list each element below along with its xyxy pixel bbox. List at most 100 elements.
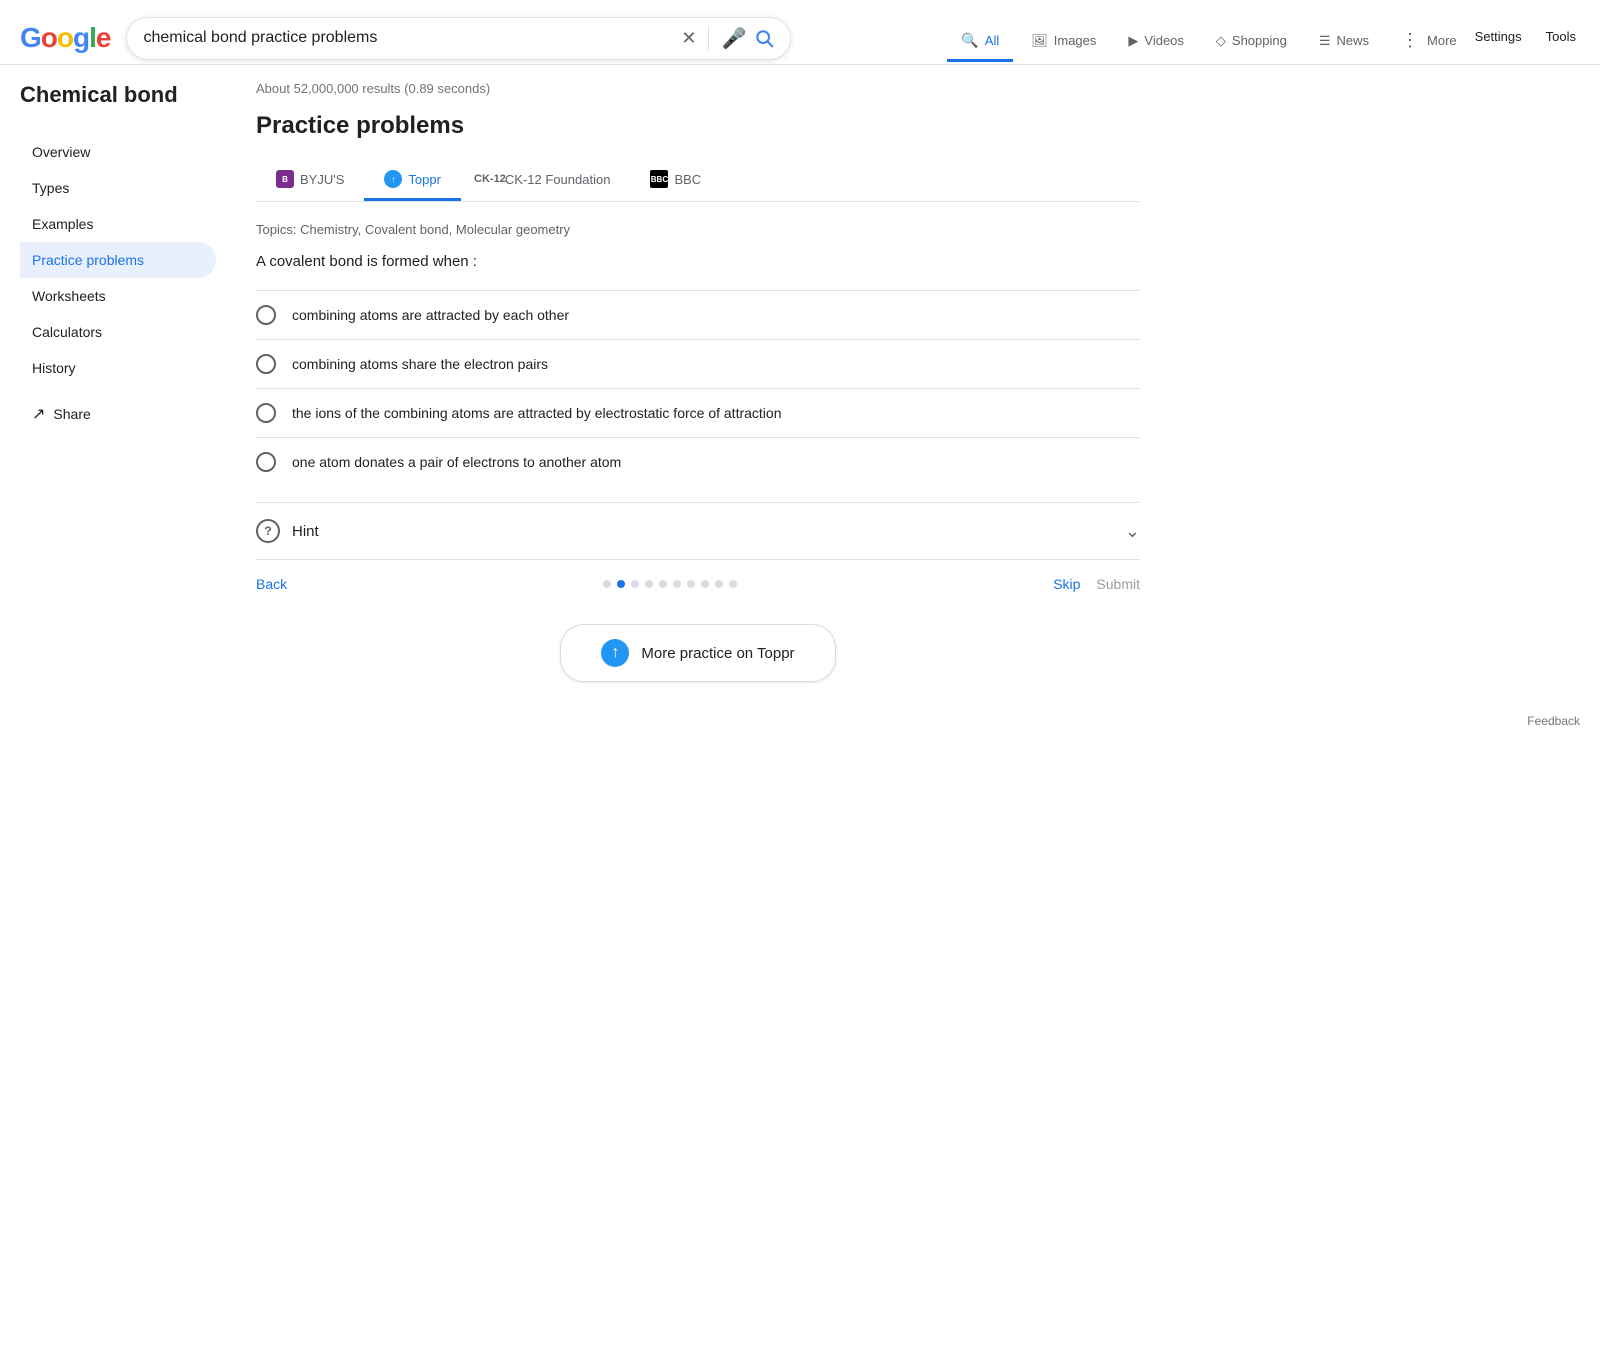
search-icon: 🔍: [961, 32, 978, 49]
sidebar-item-history[interactable]: History: [20, 350, 224, 386]
sidebar-item-types[interactable]: Types: [20, 170, 224, 206]
sidebar-link-worksheets[interactable]: Worksheets: [20, 278, 216, 314]
results-info: About 52,000,000 results (0.89 seconds): [256, 81, 1140, 96]
tab-images-label: Images: [1054, 33, 1097, 48]
tab-images[interactable]: 🖼 Images: [1017, 23, 1110, 62]
settings-link[interactable]: Settings: [1471, 19, 1526, 54]
logo-letter-g2: g: [73, 22, 89, 53]
sidebar-nav: Overview Types Examples Practice problem…: [20, 134, 224, 386]
share-icon: ↗: [32, 404, 45, 424]
option-text-3: the ions of the combining atoms are attr…: [292, 405, 781, 421]
hint-chevron-icon: ⌄: [1125, 521, 1140, 542]
dot-7: [687, 580, 695, 588]
sidebar-item-practice-problems[interactable]: Practice problems: [20, 242, 224, 278]
radio-circle-4: [256, 452, 276, 472]
sidebar-title: Chemical bond: [20, 81, 224, 110]
tab-news-label: News: [1337, 33, 1370, 48]
source-tab-toppr[interactable]: ↑ Toppr: [364, 160, 461, 201]
results-title: Practice problems: [256, 112, 1140, 140]
content-area: About 52,000,000 results (0.89 seconds) …: [240, 81, 1140, 698]
question-text: A covalent bond is formed when :: [256, 253, 1140, 270]
source-tab-bbc[interactable]: BBC BBC: [630, 160, 721, 201]
dot-10: [729, 580, 737, 588]
logo-letter-o2: o: [57, 22, 73, 53]
tab-videos-label: Videos: [1144, 33, 1184, 48]
bbc-logo-icon: BBC: [650, 170, 668, 188]
option-item-1[interactable]: combining atoms are attracted by each ot…: [256, 290, 1140, 339]
voice-search-button[interactable]: 🎤: [721, 26, 746, 51]
byjus-logo-icon: B: [276, 170, 294, 188]
source-tab-byjus[interactable]: B BYJU'S: [256, 160, 364, 201]
sidebar-link-examples[interactable]: Examples: [20, 206, 216, 242]
sidebar-link-overview[interactable]: Overview: [20, 134, 216, 170]
search-submit-button[interactable]: [754, 28, 774, 48]
nav-right-buttons: Skip Submit: [1053, 576, 1140, 592]
toppr-logo-icon: ↑: [384, 170, 402, 188]
sidebar-item-worksheets[interactable]: Worksheets: [20, 278, 224, 314]
dot-3: [631, 580, 639, 588]
option-text-2: combining atoms share the electron pairs: [292, 356, 548, 372]
sidebar-link-practice-problems[interactable]: Practice problems: [20, 242, 216, 278]
more-practice-row: ↑ More practice on Toppr: [256, 608, 1140, 698]
tab-videos[interactable]: ▶ Videos: [1114, 23, 1198, 62]
source-tab-toppr-label: Toppr: [408, 172, 441, 187]
hint-question-icon: ?: [256, 519, 280, 543]
clear-search-button[interactable]: ✕: [681, 28, 696, 49]
google-logo: Google: [20, 22, 110, 54]
search-divider: [708, 26, 709, 50]
dot-8: [701, 580, 709, 588]
sidebar-link-calculators[interactable]: Calculators: [20, 314, 216, 350]
back-button[interactable]: Back: [256, 576, 287, 592]
sidebar-link-history[interactable]: History: [20, 350, 216, 386]
news-icon: ☰: [1319, 33, 1331, 49]
option-item-4[interactable]: one atom donates a pair of electrons to …: [256, 437, 1140, 486]
logo-letter-o1: o: [41, 22, 57, 53]
source-tab-ck12-label: CK-12 Foundation: [505, 172, 611, 187]
source-tab-byjus-label: BYJU'S: [300, 172, 344, 187]
dot-6: [673, 580, 681, 588]
options-list: combining atoms are attracted by each ot…: [256, 290, 1140, 486]
tools-link[interactable]: Tools: [1542, 19, 1580, 54]
option-item-2[interactable]: combining atoms share the electron pairs: [256, 339, 1140, 388]
radio-circle-2: [256, 354, 276, 374]
dot-2: [617, 580, 625, 588]
dot-9: [715, 580, 723, 588]
source-tab-ck12[interactable]: CK-12 CK-12 Foundation: [461, 160, 631, 201]
option-item-3[interactable]: the ions of the combining atoms are attr…: [256, 388, 1140, 437]
tab-shopping[interactable]: ◇ Shopping: [1202, 23, 1301, 62]
tab-news[interactable]: ☰ News: [1305, 23, 1383, 62]
more-practice-label: More practice on Toppr: [641, 645, 794, 662]
logo-letter-g: G: [20, 22, 41, 53]
source-tabs: B BYJU'S ↑ Toppr CK-12 CK-12 Foundation …: [256, 160, 1140, 202]
dot-1: [603, 580, 611, 588]
radio-circle-3: [256, 403, 276, 423]
source-tab-bbc-label: BBC: [674, 172, 701, 187]
settings-tools-bar: Settings Tools: [1471, 19, 1580, 64]
topics-line: Topics: Chemistry, Covalent bond, Molecu…: [256, 222, 1140, 237]
feedback-link[interactable]: Feedback: [1527, 714, 1580, 728]
more-practice-button[interactable]: ↑ More practice on Toppr: [560, 624, 835, 682]
sidebar: Chemical bond Overview Types Examples Pr…: [20, 81, 240, 698]
tab-more-label: More: [1427, 33, 1457, 48]
toppr-circle-icon: ↑: [601, 639, 629, 667]
sidebar-item-calculators[interactable]: Calculators: [20, 314, 224, 350]
skip-button[interactable]: Skip: [1053, 576, 1080, 592]
header: Google ✕ 🎤 🔍 All 🖼 Images ▶ V: [0, 0, 1600, 65]
sidebar-link-types[interactable]: Types: [20, 170, 216, 206]
search-nav-tabs: 🔍 All 🖼 Images ▶ Videos ◇ Shopping ☰ New…: [947, 12, 1470, 64]
tab-more[interactable]: ⋮ More: [1387, 20, 1471, 64]
images-icon: 🖼: [1031, 33, 1048, 49]
share-button[interactable]: ↗ Share: [20, 394, 224, 434]
sidebar-item-examples[interactable]: Examples: [20, 206, 224, 242]
main-content: Chemical bond Overview Types Examples Pr…: [0, 65, 1600, 698]
search-input[interactable]: [143, 29, 673, 47]
pagination-dots: [603, 580, 737, 588]
ck12-logo-icon: CK-12: [481, 170, 499, 188]
radio-circle-1: [256, 305, 276, 325]
nav-row: Back Skip Submit: [256, 559, 1140, 608]
hint-row[interactable]: ? Hint ⌄: [256, 502, 1140, 559]
tab-all[interactable]: 🔍 All: [947, 22, 1013, 62]
option-text-1: combining atoms are attracted by each ot…: [292, 307, 569, 323]
sidebar-item-overview[interactable]: Overview: [20, 134, 224, 170]
submit-button: Submit: [1096, 576, 1140, 592]
